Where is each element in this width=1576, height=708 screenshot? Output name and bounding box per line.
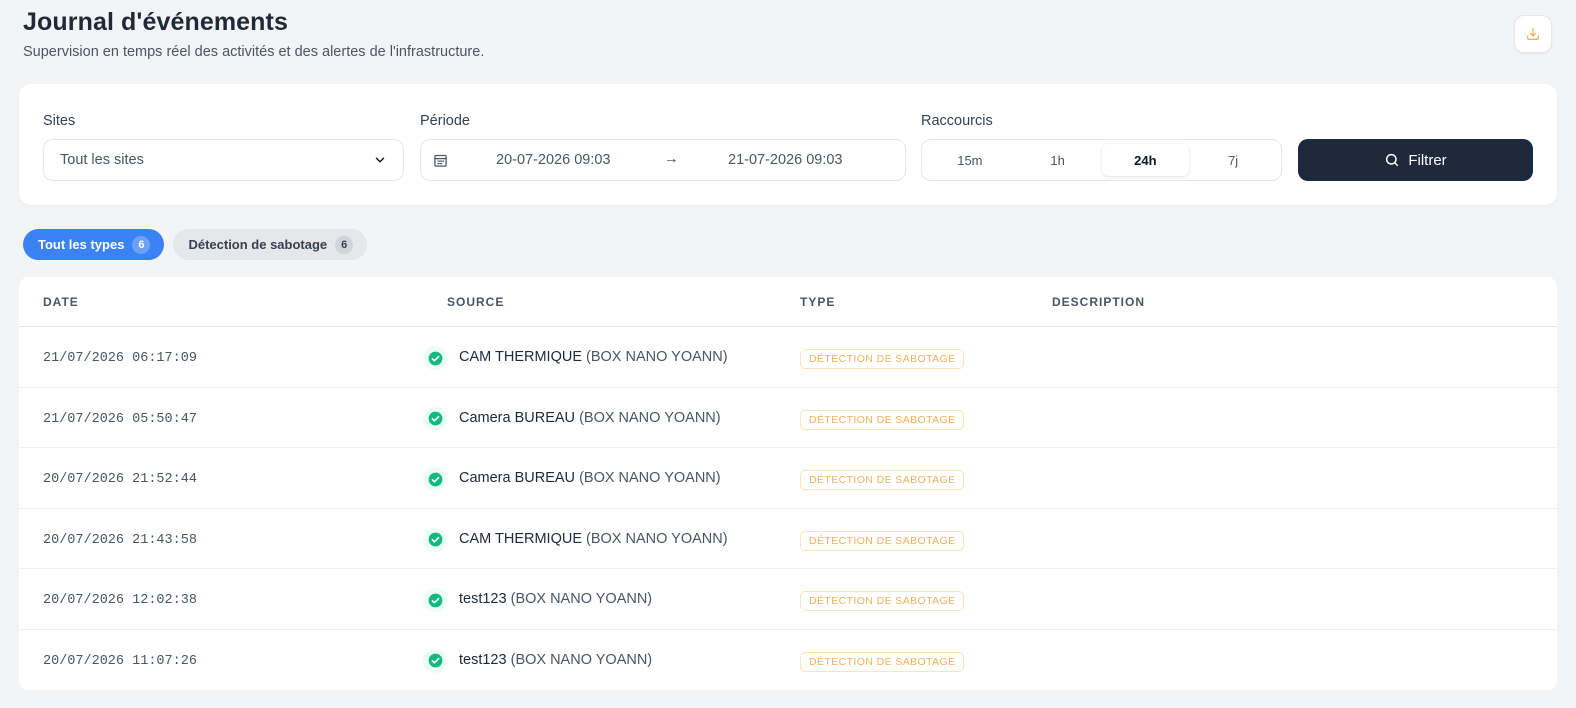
- event-date: 20/07/2026 12:02:38: [43, 593, 197, 609]
- event-type-badge: DÉTECTION DE SABOTAGE: [800, 651, 965, 672]
- column-header-description: DESCRIPTION: [1052, 295, 1146, 309]
- source-box: (BOX NANO YOANN): [579, 409, 721, 426]
- event-date: 21/07/2026 05:50:47: [43, 411, 197, 427]
- download-icon: [1527, 28, 1539, 40]
- shortcuts-label: Raccourcis: [921, 113, 993, 129]
- source-box: (BOX NANO YOANN): [510, 591, 653, 608]
- table-row[interactable]: 20/07/2026 11:07:26 test123 (BOX NANO YOA…: [19, 630, 1557, 690]
- shortcut-24h[interactable]: 24h: [1101, 144, 1190, 176]
- event-type-badge: DÉTECTION DE SABOTAGE: [800, 470, 965, 491]
- event-date: 20/07/2026 21:52:44: [43, 472, 197, 488]
- source-box: (BOX NANO YOANN): [510, 651, 653, 668]
- filter-button-label: Filtrer: [1408, 151, 1447, 169]
- event-source: CAM THERMIQUE (BOX NANO YOANN): [459, 531, 728, 547]
- table-body: 21/07/2026 06:17:09 CAM THERMIQUE (BOX NA…: [19, 327, 1557, 690]
- event-date: 20/07/2026 21:43:58: [43, 532, 197, 548]
- table-row[interactable]: 20/07/2026 21:52:44 Camera BUREAU (BOX NA…: [19, 448, 1557, 509]
- event-type-badge: DÉTECTION DE SABOTAGE: [800, 530, 965, 551]
- type-pill-label: Tout les types: [38, 237, 125, 252]
- sites-select-value: Tout les sites: [60, 152, 144, 168]
- type-pill-count: 6: [132, 235, 151, 254]
- filter-button[interactable]: Filtrer: [1298, 139, 1533, 181]
- check-circle-icon: [423, 346, 447, 370]
- event-source: Camera BUREAU (BOX NANO YOANN): [459, 470, 721, 486]
- event-source: test123 (BOX NANO YOANN): [459, 591, 652, 607]
- source-name: test123: [459, 651, 507, 668]
- period-arrow: →: [664, 151, 679, 167]
- type-pill-all[interactable]: Tout les types 6: [23, 229, 165, 260]
- table-row[interactable]: 21/07/2026 06:17:09 CAM THERMIQUE (BOX NA…: [19, 327, 1557, 388]
- event-source: test123 (BOX NANO YOANN): [459, 652, 652, 668]
- download-button[interactable]: [1514, 15, 1552, 53]
- time-shortcuts: 15m 1h 24h 7j: [921, 139, 1282, 181]
- events-table: DATE SOURCE TYPE DESCRIPTION 21/07/2026 …: [19, 277, 1557, 690]
- table-header: DATE SOURCE TYPE DESCRIPTION: [19, 277, 1557, 327]
- event-date: 20/07/2026 11:07:26: [43, 653, 197, 669]
- period-label: Période: [420, 113, 470, 129]
- type-pill-label: Détection de sabotage: [188, 237, 328, 252]
- event-source: CAM THERMIQUE (BOX NANO YOANN): [459, 349, 728, 365]
- source-name: Camera BUREAU: [459, 409, 576, 426]
- source-box: (BOX NANO YOANN): [586, 349, 728, 365]
- page-title: Journal d'événements: [23, 8, 288, 36]
- period-range-picker[interactable]: 20-07-2026 09:03 → 21-07-2026 09:03: [420, 139, 906, 181]
- column-header-source: SOURCE: [447, 295, 505, 309]
- sites-label: Sites: [43, 113, 76, 129]
- check-circle-icon: [423, 467, 447, 492]
- type-pill-count: 6: [335, 235, 354, 254]
- filter-panel: Sites Tout les sites Période 20-07-2026 …: [19, 84, 1557, 205]
- check-circle-icon: [423, 588, 447, 613]
- check-circle-icon: [423, 648, 447, 673]
- search-icon: [1386, 153, 1399, 167]
- type-pill-sabotage[interactable]: Détection de sabotage 6: [173, 229, 368, 260]
- table-row[interactable]: 20/07/2026 12:02:38 test123 (BOX NANO YOA…: [19, 569, 1557, 630]
- chevron-down-icon: [375, 157, 385, 163]
- sites-select[interactable]: Tout les sites: [43, 139, 404, 181]
- table-row[interactable]: 20/07/2026 21:43:58 CAM THERMIQUE (BOX NA…: [19, 509, 1557, 570]
- page-subtitle: Supervision en temps réel des activités …: [23, 44, 485, 60]
- column-header-date: DATE: [43, 295, 79, 309]
- event-date: 21/07/2026 06:17:09: [43, 351, 197, 366]
- period-start-input[interactable]: 20-07-2026 09:03: [496, 152, 611, 168]
- source-box: (BOX NANO YOANN): [579, 470, 721, 487]
- page-header: Journal d'événements Supervision en temp…: [23, 8, 484, 60]
- source-name: Camera BUREAU: [459, 470, 576, 487]
- check-circle-icon: [423, 406, 447, 431]
- table-row[interactable]: 21/07/2026 05:50:47 Camera BUREAU (BOX NA…: [19, 388, 1557, 449]
- event-type-badge: DÉTECTION DE SABOTAGE: [800, 349, 965, 369]
- column-header-type: TYPE: [800, 295, 836, 309]
- source-name: CAM THERMIQUE: [459, 349, 582, 365]
- check-circle-icon: [423, 527, 447, 552]
- shortcut-7j[interactable]: 7j: [1189, 144, 1277, 176]
- source-name: CAM THERMIQUE: [459, 530, 582, 547]
- event-source: Camera BUREAU (BOX NANO YOANN): [459, 410, 721, 426]
- calendar-icon: [434, 154, 447, 167]
- source-box: (BOX NANO YOANN): [586, 530, 728, 547]
- source-name: test123: [459, 591, 507, 608]
- shortcut-15m[interactable]: 15m: [926, 144, 1014, 176]
- type-filter-pills: Tout les types 6 Détection de sabotage 6: [23, 229, 368, 260]
- period-end-input[interactable]: 21-07-2026 09:03: [728, 152, 843, 168]
- event-type-badge: DÉTECTION DE SABOTAGE: [800, 591, 965, 612]
- event-type-badge: DÉTECTION DE SABOTAGE: [800, 409, 965, 430]
- shortcut-1h[interactable]: 1h: [1014, 144, 1102, 176]
